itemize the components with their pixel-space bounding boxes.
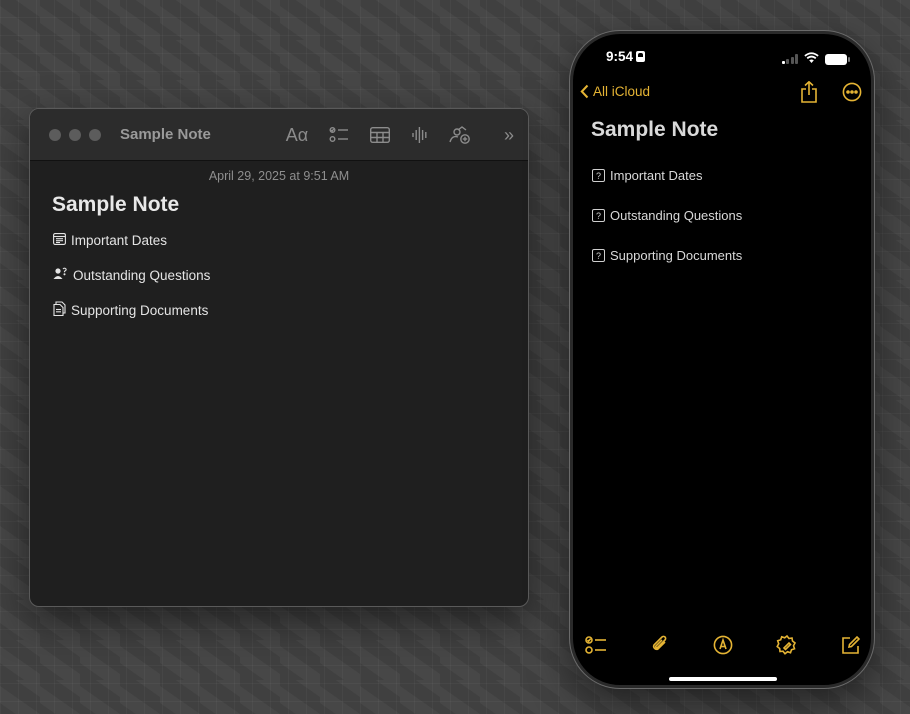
back-button[interactable]: All iCloud — [580, 84, 650, 99]
bottom-toolbar — [573, 632, 871, 658]
person-question-icon — [53, 267, 68, 283]
share-icon[interactable] — [800, 80, 818, 108]
list-item[interactable]: Important Dates — [53, 233, 167, 248]
list-item[interactable]: Outstanding Questions — [53, 267, 210, 283]
list-item[interactable]: Supporting Documents — [53, 301, 208, 319]
checklist-icon[interactable] — [583, 632, 609, 658]
list-item-label: Important Dates — [610, 168, 703, 183]
iphone-frame: 9:54 All iCloud Sample Note ? Important … — [570, 31, 874, 688]
close-window-button[interactable] — [49, 129, 61, 141]
mac-notes-window: Sample Note Aα » April 29, 2025 at 9:51 … — [29, 108, 529, 607]
list-item-label: Supporting Documents — [71, 302, 209, 318]
zoom-window-button[interactable] — [89, 129, 101, 141]
mac-toolbar: Sample Note Aα » — [30, 109, 528, 161]
chevron-left-icon — [580, 84, 589, 99]
list-item-label: Supporting Documents — [610, 248, 743, 263]
collaborate-icon[interactable] — [447, 122, 473, 148]
list-item-label: Outstanding Questions — [610, 208, 743, 223]
documents-icon — [53, 301, 66, 319]
question-box-icon: ? — [592, 209, 605, 222]
list-item-label: Outstanding Questions — [73, 267, 211, 283]
home-indicator[interactable] — [669, 677, 777, 681]
list-item[interactable]: ? Outstanding Questions — [592, 208, 742, 223]
status-bar-time: 9:54 — [606, 49, 646, 64]
focus-id-icon — [636, 51, 646, 62]
apple-intelligence-icon[interactable] — [774, 632, 800, 658]
window-title: Sample Note — [120, 126, 211, 143]
format-icon[interactable]: Aα — [284, 122, 310, 148]
note-title: Sample Note — [591, 118, 719, 141]
more-icon[interactable]: » — [496, 122, 522, 148]
audio-icon[interactable] — [407, 122, 433, 148]
list-item-label: Important Dates — [71, 233, 168, 248]
compose-icon[interactable] — [838, 632, 864, 658]
minimize-window-button[interactable] — [69, 129, 81, 141]
question-box-icon: ? — [592, 249, 605, 262]
back-button-label: All iCloud — [593, 84, 651, 99]
table-icon[interactable] — [367, 122, 393, 148]
calendar-icon — [53, 233, 66, 248]
status-bar-indicators — [781, 50, 850, 68]
list-item[interactable]: ? Supporting Documents — [592, 248, 742, 263]
note-date: April 29, 2025 at 9:51 AM — [208, 169, 350, 183]
checklist-icon[interactable] — [326, 122, 352, 148]
paperclip-icon[interactable] — [647, 632, 673, 658]
markup-icon[interactable] — [710, 632, 736, 658]
more-options-icon[interactable] — [842, 82, 862, 107]
battery-icon — [825, 53, 850, 65]
question-box-icon: ? — [592, 169, 605, 182]
note-title: Sample Note — [52, 193, 180, 216]
list-item[interactable]: ? Important Dates — [592, 168, 703, 183]
wifi-icon — [804, 50, 819, 68]
cellular-signal-icon — [781, 54, 798, 64]
